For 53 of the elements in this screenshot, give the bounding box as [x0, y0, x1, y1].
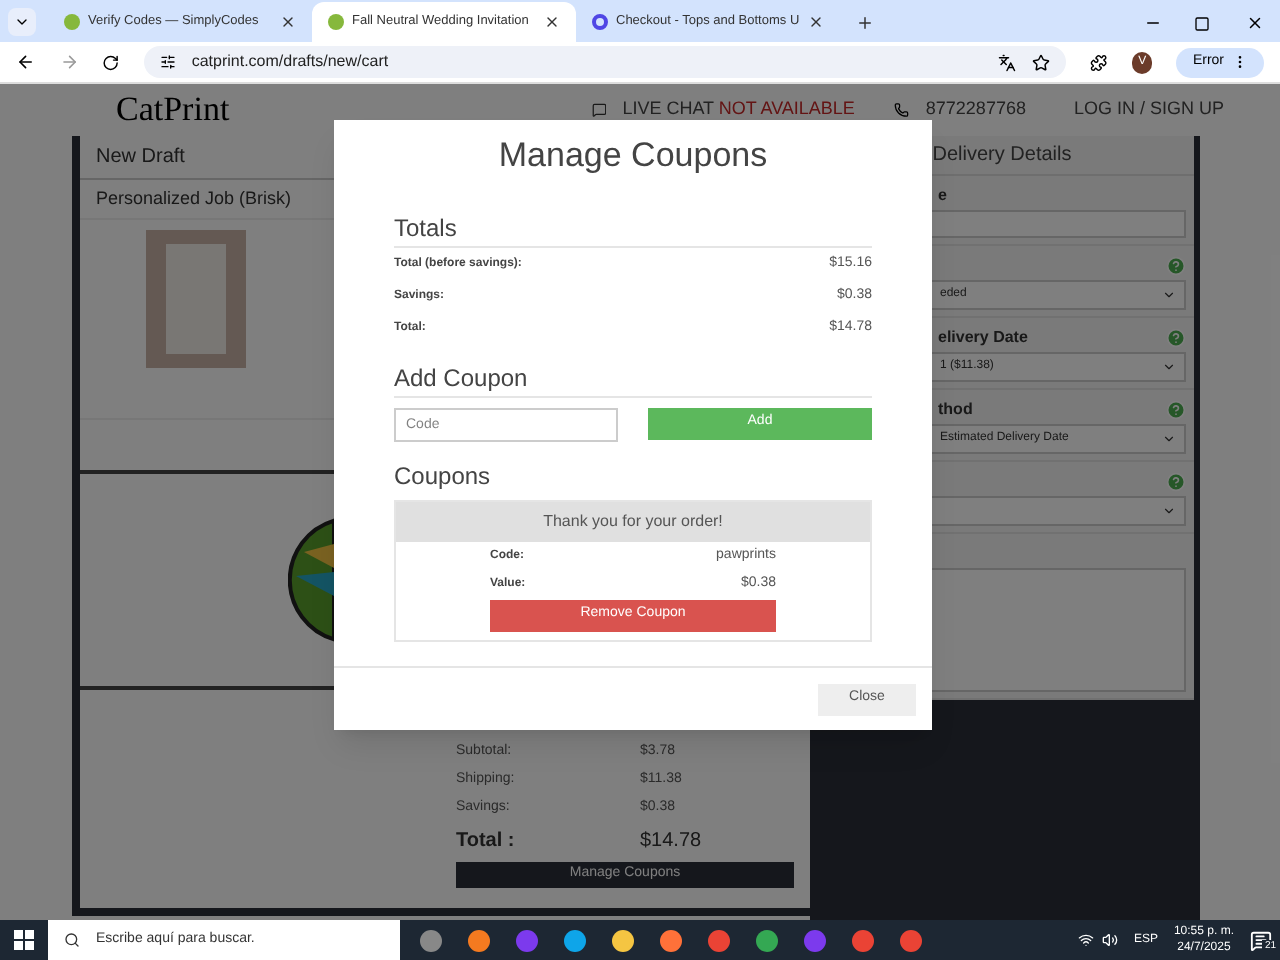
close-icon[interactable]: [544, 14, 560, 30]
phone-icon: [894, 100, 910, 120]
total-label: Total :: [456, 827, 517, 855]
network-icon[interactable]: [1077, 932, 1094, 948]
section-heading: Totals: [394, 209, 872, 247]
section-heading: Coupons: [394, 459, 493, 493]
new-tab-icon[interactable]: [856, 14, 874, 32]
app-icon[interactable]: [468, 929, 490, 951]
close-icon[interactable]: [280, 14, 296, 30]
caret-icon[interactable]: [1162, 504, 1176, 518]
field-label: thod: [938, 398, 973, 422]
app-icon[interactable]: [852, 929, 874, 951]
field-label: elivery Date: [938, 326, 1028, 350]
live-chat-status[interactable]: LIVE CHAT NOT AVAILABLE: [622, 96, 855, 124]
windows-icon[interactable]: [14, 930, 34, 950]
site-icon: [592, 14, 608, 30]
total-value: $14.78: [640, 827, 702, 855]
section-heading: Add Coupon: [394, 359, 872, 397]
invitation-thumbnail[interactable]: [146, 230, 246, 368]
login-link[interactable]: LOG IN / SIGN UP: [1073, 96, 1224, 124]
bookmark-icon[interactable]: [1032, 53, 1051, 71]
caret-icon[interactable]: [1162, 432, 1176, 446]
volume-icon[interactable]: [1101, 932, 1118, 948]
extensions-icon[interactable]: [1090, 53, 1108, 71]
app-icon[interactable]: [756, 929, 778, 951]
field-label: e: [938, 184, 947, 208]
dialog-title: Manage Coupons: [496, 134, 770, 178]
reload-icon[interactable]: [102, 53, 120, 71]
close-icon[interactable]: [1246, 14, 1264, 32]
caret-icon[interactable]: [1162, 288, 1176, 302]
app-icon[interactable]: [612, 929, 634, 951]
app-icon[interactable]: [660, 929, 682, 951]
app-icon[interactable]: [564, 929, 586, 951]
caret-icon[interactable]: [1162, 360, 1176, 374]
site-settings-icon[interactable]: [159, 54, 176, 70]
app-icon[interactable]: [708, 929, 730, 951]
translate-icon[interactable]: [998, 53, 1017, 71]
phone-number[interactable]: 8772287768: [925, 96, 1026, 124]
chevron-icon[interactable]: [14, 14, 30, 30]
restore-icon[interactable]: [1194, 16, 1210, 32]
address-bar[interactable]: catprint.com/drafts/new/cart: [143, 46, 1067, 78]
coupon-message: Thank you for your order!: [396, 501, 870, 541]
back-icon[interactable]: [16, 52, 36, 72]
notifications-icon[interactable]: [1250, 929, 1272, 951]
logo[interactable]: CatPrint: [116, 84, 400, 136]
app-icon[interactable]: [420, 929, 442, 951]
site-icon: [64, 14, 80, 30]
site-icon: [328, 14, 344, 30]
forward-icon[interactable]: [59, 52, 79, 72]
search-icon: [64, 932, 80, 948]
chat-icon[interactable]: [591, 100, 607, 120]
close-icon[interactable]: [808, 14, 824, 30]
app-icon[interactable]: [900, 929, 922, 951]
